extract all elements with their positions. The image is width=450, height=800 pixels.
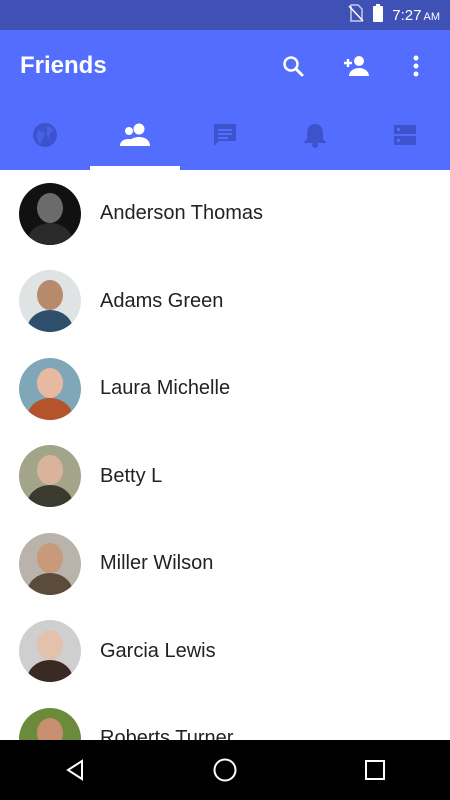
- chat-icon: [214, 124, 236, 146]
- tab-notifications[interactable]: [270, 100, 360, 170]
- back-triangle-icon: [66, 759, 83, 781]
- bell-icon: [304, 124, 326, 148]
- friend-name: Garcia Lewis: [100, 639, 216, 662]
- avatar: [19, 270, 81, 333]
- page-title: Friends: [20, 52, 107, 79]
- friends-list: Anderson Thomas Adams Green Laura Michel…: [0, 170, 450, 740]
- tab-friends[interactable]: [90, 100, 180, 170]
- list-item[interactable]: Garcia Lewis: [0, 608, 450, 696]
- add-person-icon: [344, 56, 369, 76]
- people-icon: [120, 123, 150, 146]
- friend-name: Anderson Thomas: [100, 202, 264, 225]
- friend-name: Roberts Turner: [100, 727, 234, 740]
- avatar: [19, 707, 81, 740]
- friend-name: Miller Wilson: [100, 552, 214, 575]
- tab-explore[interactable]: [0, 100, 90, 170]
- list-item[interactable]: Miller Wilson: [0, 520, 450, 608]
- tab-bar: [0, 100, 450, 170]
- list-item[interactable]: Roberts Turner: [0, 695, 450, 740]
- recents-square-icon: [365, 760, 385, 780]
- avatar: [19, 620, 81, 683]
- overflow-menu-button[interactable]: [398, 48, 434, 84]
- list-item[interactable]: Adams Green: [0, 258, 450, 346]
- list-item[interactable]: Laura Michelle: [0, 345, 450, 433]
- friend-name: Adams Green: [100, 289, 224, 312]
- battery-icon: [372, 3, 384, 27]
- list-item[interactable]: Anderson Thomas: [0, 170, 450, 258]
- back-button[interactable]: [35, 740, 115, 800]
- system-navigation-bar: [0, 740, 450, 800]
- status-icons: 7:27 AM: [348, 0, 440, 30]
- home-circle-icon: [213, 758, 237, 782]
- list-item[interactable]: Betty L: [0, 433, 450, 521]
- no-sim-icon: [348, 3, 364, 27]
- friend-name: Betty L: [100, 464, 163, 487]
- avatar: [19, 357, 81, 420]
- tab-messages[interactable]: [180, 100, 270, 170]
- avatar: [19, 182, 81, 245]
- avatar: [19, 532, 81, 595]
- search-icon: [283, 56, 304, 77]
- home-button[interactable]: [185, 740, 265, 800]
- tab-storage[interactable]: [360, 100, 450, 170]
- avatar: [19, 445, 81, 508]
- status-bar: 7:27 AM: [0, 0, 450, 30]
- recents-button[interactable]: [335, 740, 415, 800]
- globe-icon: [33, 123, 57, 147]
- search-button[interactable]: [275, 48, 311, 84]
- server-icon: [394, 125, 416, 145]
- more-vert-icon: [413, 55, 419, 77]
- friend-name: Laura Michelle: [100, 377, 231, 400]
- app-bar: Friends: [0, 30, 450, 170]
- status-time: 7:27 AM: [392, 6, 440, 24]
- add-friend-button[interactable]: [339, 48, 375, 84]
